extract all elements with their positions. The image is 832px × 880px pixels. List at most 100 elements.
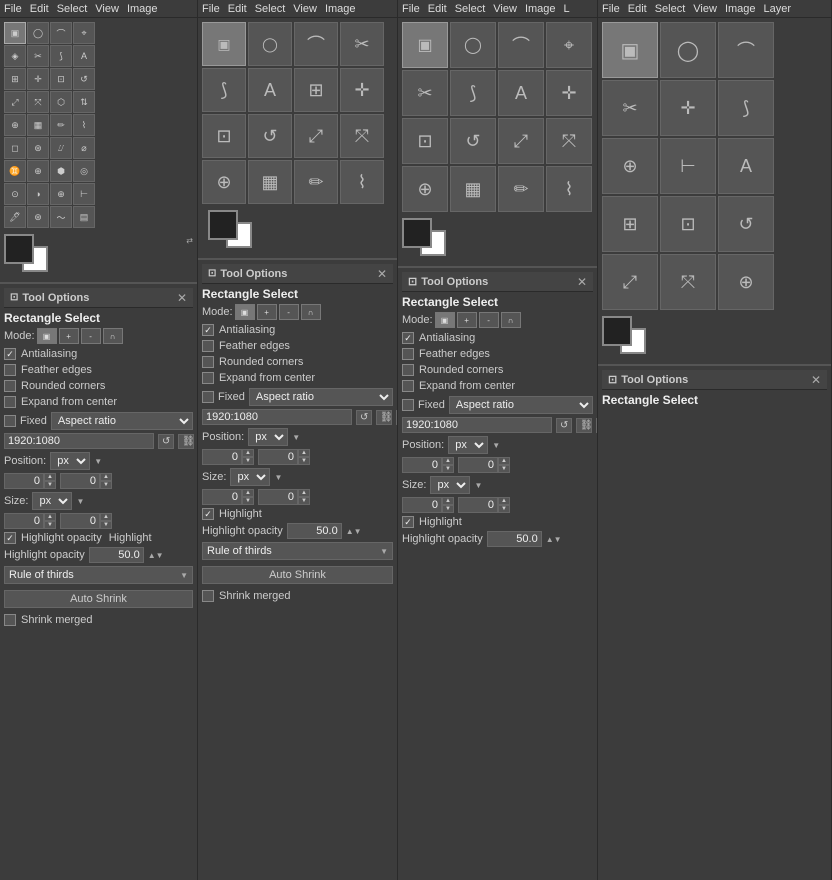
tool-lg-paths-2[interactable]: ⟆ <box>202 68 246 112</box>
t3-scissors[interactable]: ✂ <box>402 70 448 116</box>
mode-subtract-1[interactable]: - <box>81 328 101 344</box>
tool-perspective-clone[interactable]: ⬢ <box>50 160 72 182</box>
pos-px-2[interactable]: px <box>248 428 288 446</box>
px-dn-2[interactable]: ▼ <box>242 457 254 465</box>
t3-crop[interactable]: ⊡ <box>402 118 448 164</box>
tool-eraser[interactable]: ◻ <box>4 137 26 159</box>
mode-replace-2[interactable]: ▣ <box>235 304 255 320</box>
fixed-check-1[interactable] <box>4 415 16 427</box>
px-u-3[interactable]: ▲ <box>442 457 454 465</box>
auto-shrink-btn-1[interactable]: Auto Shrink <box>4 590 193 608</box>
tool-blur[interactable]: ◎ <box>73 160 95 182</box>
menu-view-1[interactable]: View <box>95 3 119 15</box>
fixed-check-2[interactable] <box>202 391 214 403</box>
sx-up-2[interactable]: ▲ <box>242 489 254 497</box>
m-select-4[interactable]: Select <box>655 3 686 15</box>
menu-view-2[interactable]: View <box>293 3 317 15</box>
syd-3[interactable]: ▼ <box>498 505 510 513</box>
rule-dropdown-1[interactable]: Rule of thirds ▼ <box>4 566 193 584</box>
tool-measure[interactable]: ⊢ <box>73 183 95 205</box>
menu-select-1[interactable]: Select <box>57 3 88 15</box>
tool-blend[interactable]: ▦ <box>27 114 49 136</box>
tool-shear[interactable]: ⤧ <box>27 91 49 113</box>
shrink-check-2[interactable] <box>202 590 214 602</box>
tool-flip[interactable]: ⇅ <box>73 91 95 113</box>
t3-bucket[interactable]: ⊕ <box>402 166 448 212</box>
antialiasing-check-1[interactable]: ✓ <box>4 348 16 360</box>
fa-cb-3[interactable] <box>402 399 414 411</box>
tool-options-close-1[interactable]: ✕ <box>177 291 187 305</box>
t4-paths[interactable]: ⟆ <box>718 80 774 136</box>
size-x-up-1[interactable]: ▲ <box>44 513 56 521</box>
sxd-3[interactable]: ▼ <box>442 505 454 513</box>
tool-paths[interactable]: ⟆ <box>50 45 72 67</box>
py-dn-2[interactable]: ▼ <box>298 457 310 465</box>
tool-color-picker[interactable]: 🖊 <box>4 206 26 228</box>
size-px-2[interactable]: px <box>230 468 270 486</box>
mode-intersect-2[interactable]: ∩ <box>301 304 321 320</box>
tool-lg-shear-2[interactable]: ⤧ <box>340 114 384 158</box>
tool-lg-ellipse-2[interactable]: ◯ <box>248 22 292 66</box>
tool-lg-move-2[interactable]: ✛ <box>340 68 384 112</box>
to-close-3[interactable]: ✕ <box>577 275 587 289</box>
m-view-3[interactable]: View <box>493 3 517 15</box>
fg-sw-3[interactable] <box>402 218 432 248</box>
py-i-3[interactable] <box>458 457 498 473</box>
t4-lasso[interactable]: ⌒ <box>718 22 774 78</box>
t4-shear[interactable]: ⤧ <box>660 254 716 310</box>
sz-x-inp-2[interactable] <box>202 489 242 505</box>
pos-y-down-1[interactable]: ▼ <box>100 481 112 489</box>
sx-dn-2[interactable]: ▼ <box>242 497 254 505</box>
mode-i-3[interactable]: ∩ <box>501 312 521 328</box>
rc-cb-3[interactable] <box>402 364 414 376</box>
menu-file-2[interactable]: File <box>202 3 220 15</box>
t3-lasso[interactable]: ⌒ <box>498 22 544 68</box>
mode-replace-1[interactable]: ▣ <box>37 328 57 344</box>
m-layer-4[interactable]: Layer <box>764 3 792 15</box>
tool-rect-select[interactable]: ▣ <box>4 22 26 44</box>
menu-edit-2[interactable]: Edit <box>228 3 247 15</box>
hl-check-2[interactable]: ✓ <box>202 508 214 520</box>
tool-zoom[interactable]: ⊕ <box>50 183 72 205</box>
tool-lg-rect-2[interactable]: ▣ <box>202 22 246 66</box>
pos-x-inp-2[interactable] <box>202 449 242 465</box>
sxu-3[interactable]: ▲ <box>442 497 454 505</box>
sx-i-3[interactable] <box>402 497 442 513</box>
tool-pencil[interactable]: ✏ <box>50 114 72 136</box>
menu-image-1[interactable]: Image <box>127 3 158 15</box>
t3-text[interactable]: A <box>498 70 544 116</box>
fe-cb-3[interactable] <box>402 348 414 360</box>
px-i-3[interactable] <box>402 457 442 473</box>
rule-dd-2[interactable]: Rule of thirds ▼ <box>202 542 393 560</box>
tool-scale[interactable]: ⤢ <box>4 91 26 113</box>
size-y-up-1[interactable]: ▲ <box>100 513 112 521</box>
m-view-4[interactable]: View <box>693 3 717 15</box>
tool-lg-rotate-2[interactable]: ↺ <box>248 114 292 158</box>
tool-lg-brush-2[interactable]: ⌇ <box>340 160 384 204</box>
py-d-3[interactable]: ▼ <box>498 465 510 473</box>
rounded-check-1[interactable] <box>4 380 16 392</box>
tool-perspective[interactable]: ⬡ <box>50 91 72 113</box>
tool-text[interactable]: A <box>73 45 95 67</box>
mode-add-2[interactable]: + <box>257 304 277 320</box>
expand-check-1[interactable] <box>4 396 16 408</box>
t3-paths[interactable]: ⟆ <box>450 70 496 116</box>
m-file-3[interactable]: File <box>402 3 420 15</box>
t4-scissors[interactable]: ✂ <box>602 80 658 136</box>
swap-2[interactable]: ⇄ <box>396 410 397 425</box>
sy-dn-2[interactable]: ▼ <box>298 497 310 505</box>
t3-shear[interactable]: ⤧ <box>546 118 592 164</box>
menu-file-1[interactable]: File <box>4 3 22 15</box>
menu-edit-1[interactable]: Edit <box>30 3 49 15</box>
m-image-4[interactable]: Image <box>725 3 756 15</box>
tool-lg-blend-2[interactable]: ▦ <box>248 160 292 204</box>
fg-swatch-2[interactable] <box>208 210 238 240</box>
m-edit-4[interactable]: Edit <box>628 3 647 15</box>
tool-ink[interactable]: ⌰ <box>50 137 72 159</box>
tool-move[interactable]: ✛ <box>27 68 49 90</box>
tool-paintbrush[interactable]: ⌇ <box>73 114 95 136</box>
t4-zoom[interactable]: ⊕ <box>602 138 658 194</box>
t4-rotate[interactable]: ↺ <box>718 196 774 252</box>
t4-move[interactable]: ✛ <box>660 80 716 136</box>
to-close-4[interactable]: ✕ <box>811 373 821 387</box>
